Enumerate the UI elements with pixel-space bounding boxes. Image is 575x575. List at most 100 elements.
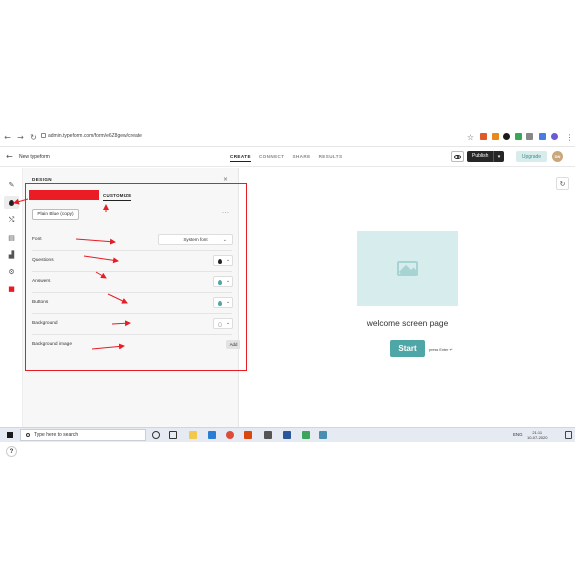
refresh-icon[interactable]: ↻ (556, 177, 569, 190)
clock[interactable]: 21:11 10-07-2020 (527, 430, 547, 441)
back-arrow-icon[interactable]: ← (6, 152, 13, 161)
buttons-color-row: Buttons ⌄ (32, 293, 233, 314)
extension-icon[interactable] (526, 133, 533, 140)
tab-connect[interactable]: CONNECT (259, 154, 285, 162)
background-label: Background (32, 321, 58, 326)
chevron-down-icon: ⌄ (222, 237, 227, 243)
logic-icon[interactable]: ⤭ (7, 216, 16, 225)
task-view-icon[interactable] (169, 431, 177, 439)
lock-icon[interactable]: ■ (7, 284, 16, 293)
app-icon[interactable] (302, 431, 310, 439)
publish-button[interactable]: Publish ▾ (467, 151, 504, 162)
settings-gear-icon[interactable]: ⚙ (7, 267, 16, 276)
tab-create[interactable]: CREATE (230, 154, 251, 162)
file-explorer-icon[interactable] (189, 431, 197, 439)
extension-icon[interactable] (503, 133, 510, 140)
welcome-title[interactable]: welcome screen page (360, 318, 455, 328)
preview-button[interactable] (451, 151, 464, 162)
font-label: Font (32, 237, 42, 242)
app-header: ← New typeform CREATE CONNECT SHARE RESU… (0, 147, 575, 167)
extension-icon[interactable] (515, 133, 522, 140)
start-button[interactable]: Start (390, 340, 425, 357)
background-color-picker[interactable]: ⌄ (213, 318, 233, 329)
font-value: System font (183, 237, 208, 242)
press-enter-hint: press Enter ↵ (429, 348, 453, 352)
windows-taskbar: Type here to search ENG 21:11 10-07-2020 (0, 427, 575, 442)
browser-address-bar: ← → ↻ admin.typeform.com/form/e6Z8gew/cr… (0, 128, 575, 147)
buttons-label: Buttons (32, 300, 49, 305)
answers-color-picker[interactable]: ⌄ (213, 276, 233, 287)
background-image-label: Background image (32, 342, 72, 347)
tab-results[interactable]: RESULTS (319, 154, 343, 162)
background-color-row: Background ⌄ (32, 314, 233, 335)
tab-customize[interactable]: CUSTOMIZE (103, 193, 132, 201)
back-icon[interactable]: ← (2, 132, 13, 143)
taskbar-search[interactable]: Type here to search (20, 429, 146, 441)
menu-icon[interactable]: ⋮ (564, 132, 575, 143)
drop-icon (218, 258, 222, 264)
chevron-down-icon[interactable]: ▾ (494, 154, 504, 160)
font-select[interactable]: System font ⌄ (158, 234, 233, 245)
clock-date: 10-07-2020 (527, 435, 548, 440)
drop-icon (218, 321, 222, 327)
url-text[interactable]: admin.typeform.com/form/e6Z8gew/create (48, 133, 142, 139)
upgrade-button[interactable]: Upgrade (516, 151, 547, 162)
main-tabs: CREATE CONNECT SHARE RESULTS (230, 154, 350, 162)
avatar[interactable]: DN (552, 151, 563, 162)
form-preview: ↻ welcome screen page Start press Enter … (240, 168, 575, 427)
screen: ← → ↻ admin.typeform.com/form/e6Z8gew/cr… (0, 128, 575, 457)
windows-start-icon[interactable] (7, 432, 13, 438)
answers-color-row: Answers ⌄ (32, 272, 233, 293)
background-image-row: Background image Add (32, 335, 241, 356)
questions-color-picker[interactable]: ⌄ (213, 255, 233, 266)
more-options-icon[interactable]: ··· (222, 210, 230, 216)
cortana-icon[interactable] (152, 431, 160, 439)
design-drop-icon[interactable] (4, 196, 19, 209)
font-row: Font System font ⌄ (32, 230, 233, 251)
extension-icon[interactable] (480, 133, 487, 140)
redacted-tab (29, 190, 99, 200)
star-icon[interactable]: ☆ (465, 132, 476, 143)
lock-icon (41, 133, 46, 138)
app-icon[interactable] (264, 431, 272, 439)
forward-icon[interactable]: → (15, 132, 26, 143)
theme-name-button[interactable]: Plain Blue (copy) (32, 209, 79, 220)
drop-icon (218, 300, 222, 306)
image-icon (397, 261, 418, 276)
profile-icon[interactable] (551, 133, 558, 140)
chevron-down-icon: ⌄ (226, 299, 231, 305)
help-icon[interactable]: ? (6, 446, 17, 457)
analytics-icon[interactable]: ▟ (7, 250, 16, 259)
add-background-image-button[interactable]: Add (226, 340, 241, 349)
mail-icon[interactable] (208, 431, 216, 439)
extension-icon[interactable] (539, 133, 546, 140)
fields-icon[interactable]: ▤ (7, 233, 16, 242)
chevron-down-icon: ⌄ (226, 278, 231, 284)
pencil-icon[interactable]: ✎ (7, 180, 16, 189)
word-icon[interactable] (283, 431, 291, 439)
app-icon[interactable] (319, 431, 327, 439)
reload-icon[interactable]: ↻ (28, 132, 39, 143)
close-icon[interactable]: × (223, 176, 228, 183)
drop-icon (218, 279, 222, 285)
buttons-color-picker[interactable]: ⌄ (213, 297, 233, 308)
left-rail: ✎ ⤭ ▤ ▟ ⚙ ■ ? (0, 168, 23, 457)
answers-label: Answers (32, 279, 51, 284)
notification-icon[interactable] (565, 431, 572, 439)
app-icon[interactable] (244, 431, 252, 439)
chrome-icon[interactable] (226, 431, 234, 439)
panel-title: DESIGN (32, 177, 53, 182)
welcome-image-placeholder[interactable] (357, 231, 458, 306)
extension-icon[interactable] (492, 133, 499, 140)
design-panel: DESIGN × CUSTOMIZE Plain Blue (copy) ···… (23, 168, 241, 427)
search-icon (26, 433, 30, 437)
chevron-down-icon: ⌄ (226, 257, 231, 263)
eye-icon (454, 154, 461, 159)
publish-label: Publish (467, 151, 494, 162)
tray-lang[interactable]: ENG (513, 432, 523, 437)
tab-share[interactable]: SHARE (292, 154, 310, 162)
form-name[interactable]: New typeform (19, 154, 50, 160)
questions-label: Questions (32, 258, 54, 263)
chevron-down-icon: ⌄ (226, 320, 231, 326)
questions-color-row: Questions ⌄ (32, 251, 233, 272)
